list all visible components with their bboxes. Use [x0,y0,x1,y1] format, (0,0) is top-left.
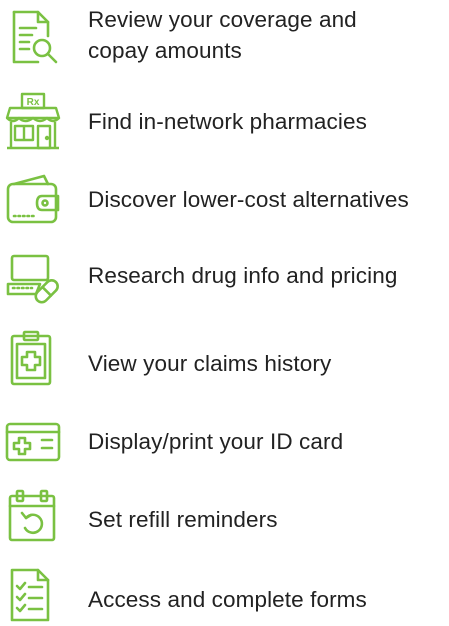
checklist-form-icon [4,566,62,624]
wallet-icon [4,170,62,228]
pharmacy-storefront-icon: Rx [4,92,62,150]
feature-label: Set refill reminders [88,507,278,532]
feature-label: Research drug info and pricing [88,263,398,288]
id-card-icon [4,412,62,470]
calendar-refill-icon [4,488,62,546]
feature-label: Discover lower-cost alternatives [88,187,409,212]
feature-label: Find in-network pharmacies [88,109,367,134]
feature-item-alternatives: Discover lower-cost alternatives [0,170,449,230]
feature-item-id-card: Display/print your ID card [0,412,449,472]
feature-item-drug-info: Research drug info and pricing [0,248,449,308]
feature-item-refill: Set refill reminders [0,488,449,548]
feature-label: Access and complete forms [88,587,367,612]
feature-list: Review your coverage and copay amounts R… [0,0,449,622]
document-search-icon [4,8,62,66]
feature-item-coverage: Review your coverage and copay amounts [0,2,449,64]
feature-label: Display/print your ID card [88,429,344,454]
feature-label: Review your coverage and copay amounts [88,7,357,63]
rx-sign-text: Rx [27,97,40,108]
feature-item-pharmacies: Rx Find in-network pharmacies [0,92,449,152]
feature-item-forms: Access and complete forms [0,566,449,626]
feature-item-claims: View your claims history [0,330,449,390]
laptop-pill-icon [4,250,62,308]
feature-label: View your claims history [88,351,332,376]
clipboard-medical-icon [4,330,62,388]
